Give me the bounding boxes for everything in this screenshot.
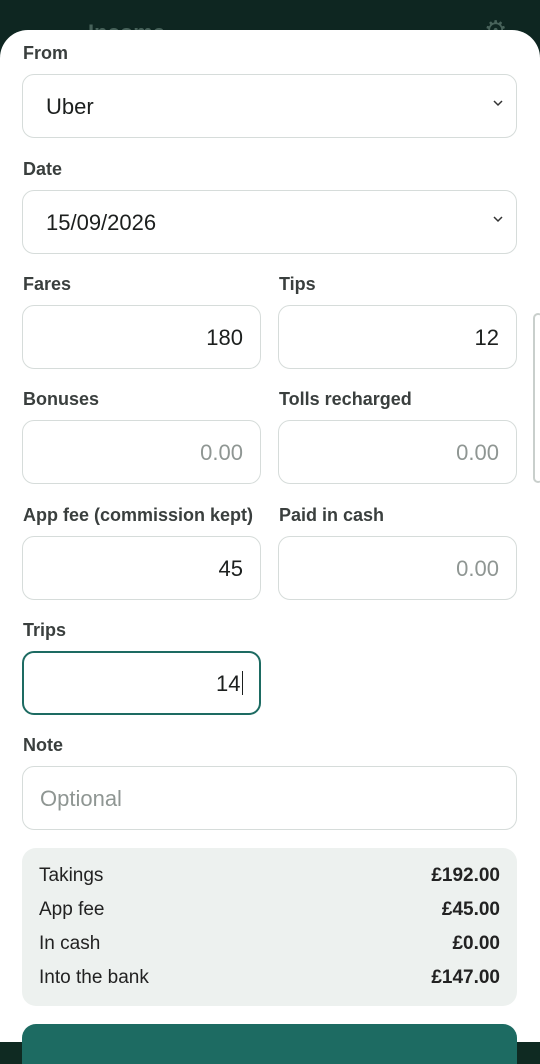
date-label: Date — [23, 159, 63, 179]
date-select[interactable]: 15/09/2026 — [22, 190, 517, 254]
summary-label: Into the bank — [39, 967, 149, 988]
note-placeholder: Optional — [40, 786, 122, 811]
trips-input[interactable]: 14 — [22, 651, 261, 715]
summary-value: £147.00 — [431, 967, 500, 988]
chevron-down-icon — [493, 100, 503, 107]
from-value: Uber — [46, 94, 94, 119]
app-fee-input[interactable]: 45 — [22, 536, 261, 600]
summary-row-app-fee: App fee £45.00 — [39, 899, 500, 925]
cash-label: Paid in cash — [279, 505, 385, 525]
summary-row-in-cash: In cash £0.00 — [39, 933, 500, 959]
cash-placeholder: 0.00 — [456, 556, 499, 581]
text-caret — [241, 671, 243, 695]
trips-label: Trips — [23, 620, 67, 640]
fares-value: 180 — [206, 325, 243, 350]
tolls-label: Tolls recharged — [279, 389, 412, 409]
summary-row-takings: Takings £192.00 — [39, 865, 500, 891]
bonuses-placeholder: 0.00 — [200, 440, 243, 465]
fares-input[interactable]: 180 — [22, 305, 261, 369]
app-fee-label: App fee (commission kept) — [23, 505, 254, 525]
summary-label: Takings — [39, 865, 104, 886]
tips-label: Tips — [279, 274, 316, 294]
bonuses-input[interactable]: 0.00 — [22, 420, 261, 484]
summary-label: In cash — [39, 933, 101, 954]
tolls-input[interactable]: 0.00 — [278, 420, 517, 484]
scroll-indicator — [533, 313, 540, 483]
from-label: From — [23, 43, 68, 63]
summary-card: Takings £192.00 App fee £45.00 In cash £… — [22, 848, 517, 1006]
note-label: Note — [23, 735, 63, 755]
summary-value: £45.00 — [441, 899, 500, 920]
summary-value: £0.00 — [452, 933, 500, 954]
tolls-placeholder: 0.00 — [456, 440, 499, 465]
cash-input[interactable]: 0.00 — [278, 536, 517, 600]
save-button[interactable] — [22, 1024, 517, 1064]
bonuses-label: Bonuses — [23, 389, 100, 409]
tips-value: 12 — [474, 325, 499, 350]
fares-label: Fares — [23, 274, 72, 294]
summary-label: App fee — [39, 899, 105, 920]
summary-value: £192.00 — [431, 865, 500, 886]
from-select[interactable]: Uber — [22, 74, 517, 138]
trips-value: 14 — [216, 671, 241, 696]
summary-row-into-bank: Into the bank £147.00 — [39, 967, 500, 993]
note-input[interactable]: Optional — [22, 766, 517, 830]
app-fee-value: 45 — [218, 556, 243, 581]
chevron-down-icon — [493, 216, 503, 223]
date-value: 15/09/2026 — [46, 210, 157, 235]
trips-value-wrap: 14 — [216, 671, 243, 697]
tips-input[interactable]: 12 — [278, 305, 517, 369]
